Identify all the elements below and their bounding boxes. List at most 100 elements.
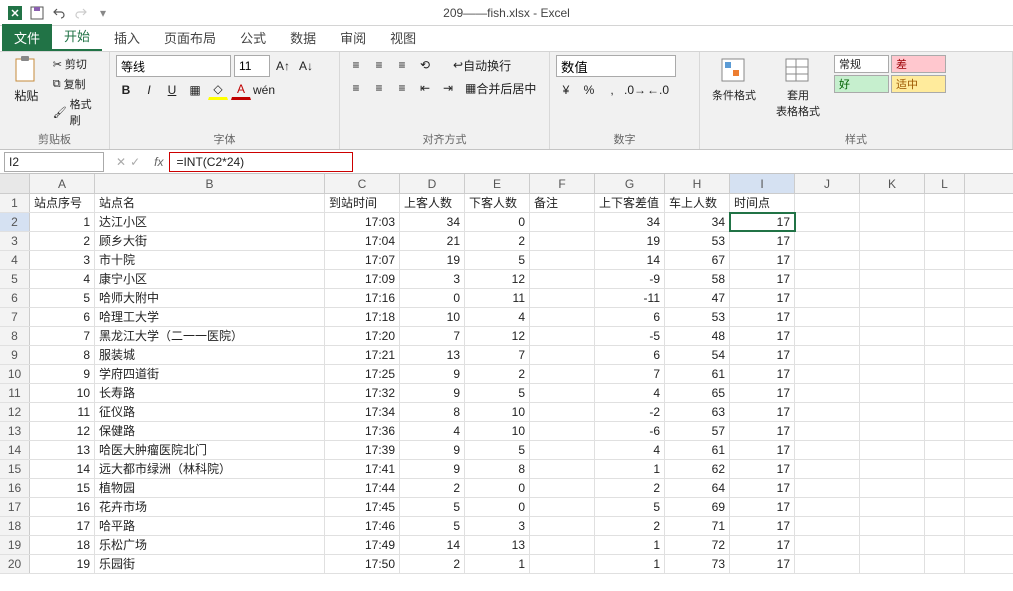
cell-A9[interactable]: 8	[30, 346, 95, 364]
cell-J18[interactable]	[795, 517, 860, 535]
cell-C4[interactable]: 17:07	[325, 251, 400, 269]
cell-K16[interactable]	[860, 479, 925, 497]
row-header-15[interactable]: 15	[0, 460, 30, 478]
column-header-B[interactable]: B	[95, 174, 325, 193]
cell-D6[interactable]: 0	[400, 289, 465, 307]
column-header-E[interactable]: E	[465, 174, 530, 193]
align-left-icon[interactable]: ≡	[346, 78, 366, 98]
format-painter-button[interactable]: 🖌格式刷	[51, 95, 103, 129]
column-header-I[interactable]: I	[730, 174, 795, 193]
cell-B4[interactable]: 市十院	[95, 251, 325, 269]
cell-A8[interactable]: 7	[30, 327, 95, 345]
redo-icon[interactable]	[70, 2, 92, 24]
cell-F20[interactable]	[530, 555, 595, 573]
cell-K4[interactable]	[860, 251, 925, 269]
cell-H10[interactable]: 61	[665, 365, 730, 383]
cell-D10[interactable]: 9	[400, 365, 465, 383]
cell-L10[interactable]	[925, 365, 965, 383]
cell-I18[interactable]: 17	[730, 517, 795, 535]
cell-C15[interactable]: 17:41	[325, 460, 400, 478]
cell-A1[interactable]: 站点序号	[30, 194, 95, 212]
cell-G2[interactable]: 34	[595, 213, 665, 231]
paste-button[interactable]: 粘贴	[6, 55, 47, 129]
fx-icon[interactable]: fx	[148, 155, 169, 169]
cell-J13[interactable]	[795, 422, 860, 440]
cell-H19[interactable]: 72	[665, 536, 730, 554]
tab-data[interactable]: 数据	[278, 24, 328, 51]
cell-K9[interactable]	[860, 346, 925, 364]
format-as-table-button[interactable]: 套用 表格格式	[770, 55, 826, 121]
cell-I12[interactable]: 17	[730, 403, 795, 421]
formula-input[interactable]: =INT(C2*24)	[169, 152, 353, 172]
cell-C20[interactable]: 17:50	[325, 555, 400, 573]
cell-D15[interactable]: 9	[400, 460, 465, 478]
row-header-12[interactable]: 12	[0, 403, 30, 421]
cell-L18[interactable]	[925, 517, 965, 535]
cell-H12[interactable]: 63	[665, 403, 730, 421]
column-header-K[interactable]: K	[860, 174, 925, 193]
cell-B18[interactable]: 哈平路	[95, 517, 325, 535]
cell-J6[interactable]	[795, 289, 860, 307]
cell-J17[interactable]	[795, 498, 860, 516]
cell-H4[interactable]: 67	[665, 251, 730, 269]
cell-style-bad[interactable]: 差	[891, 55, 946, 73]
cell-L1[interactable]	[925, 194, 965, 212]
cell-K6[interactable]	[860, 289, 925, 307]
column-header-G[interactable]: G	[595, 174, 665, 193]
percent-icon[interactable]: %	[579, 80, 599, 100]
cell-G3[interactable]: 19	[595, 232, 665, 250]
row-header-9[interactable]: 9	[0, 346, 30, 364]
column-header-H[interactable]: H	[665, 174, 730, 193]
cell-B19[interactable]: 乐松广场	[95, 536, 325, 554]
cell-H14[interactable]: 61	[665, 441, 730, 459]
bold-button[interactable]: B	[116, 80, 136, 100]
cell-A4[interactable]: 3	[30, 251, 95, 269]
cell-D16[interactable]: 2	[400, 479, 465, 497]
cell-J5[interactable]	[795, 270, 860, 288]
cell-D9[interactable]: 13	[400, 346, 465, 364]
cell-K5[interactable]	[860, 270, 925, 288]
cell-L3[interactable]	[925, 232, 965, 250]
cell-C11[interactable]: 17:32	[325, 384, 400, 402]
cell-C2[interactable]: 17:03	[325, 213, 400, 231]
conditional-formatting-button[interactable]: 条件格式	[706, 55, 762, 121]
cell-B7[interactable]: 哈理工大学	[95, 308, 325, 326]
cell-F4[interactable]	[530, 251, 595, 269]
cell-B6[interactable]: 哈师大附中	[95, 289, 325, 307]
row-header-8[interactable]: 8	[0, 327, 30, 345]
row-header-13[interactable]: 13	[0, 422, 30, 440]
fill-color-button[interactable]: ◇	[208, 80, 228, 100]
row-header-18[interactable]: 18	[0, 517, 30, 535]
cell-L6[interactable]	[925, 289, 965, 307]
select-all-corner[interactable]	[0, 174, 30, 193]
cell-G16[interactable]: 2	[595, 479, 665, 497]
cell-E18[interactable]: 3	[465, 517, 530, 535]
cell-G20[interactable]: 1	[595, 555, 665, 573]
cell-G13[interactable]: -6	[595, 422, 665, 440]
enter-icon[interactable]: ✓	[130, 155, 140, 169]
column-header-J[interactable]: J	[795, 174, 860, 193]
cell-D3[interactable]: 21	[400, 232, 465, 250]
cell-F2[interactable]	[530, 213, 595, 231]
cell-D17[interactable]: 5	[400, 498, 465, 516]
cell-H16[interactable]: 64	[665, 479, 730, 497]
cell-L5[interactable]	[925, 270, 965, 288]
cell-C1[interactable]: 到站时间	[325, 194, 400, 212]
cell-E14[interactable]: 5	[465, 441, 530, 459]
cell-F12[interactable]	[530, 403, 595, 421]
cell-A14[interactable]: 13	[30, 441, 95, 459]
cell-K12[interactable]	[860, 403, 925, 421]
number-format-select[interactable]	[556, 55, 676, 77]
row-header-19[interactable]: 19	[0, 536, 30, 554]
cell-I10[interactable]: 17	[730, 365, 795, 383]
cell-F16[interactable]	[530, 479, 595, 497]
cell-C18[interactable]: 17:46	[325, 517, 400, 535]
align-center-icon[interactable]: ≡	[369, 78, 389, 98]
cell-E1[interactable]: 下客人数	[465, 194, 530, 212]
cell-B8[interactable]: 黑龙江大学（二一一医院）	[95, 327, 325, 345]
cell-L17[interactable]	[925, 498, 965, 516]
cell-H6[interactable]: 47	[665, 289, 730, 307]
phonetic-button[interactable]: wén	[254, 80, 274, 100]
cell-E8[interactable]: 12	[465, 327, 530, 345]
cell-E9[interactable]: 7	[465, 346, 530, 364]
